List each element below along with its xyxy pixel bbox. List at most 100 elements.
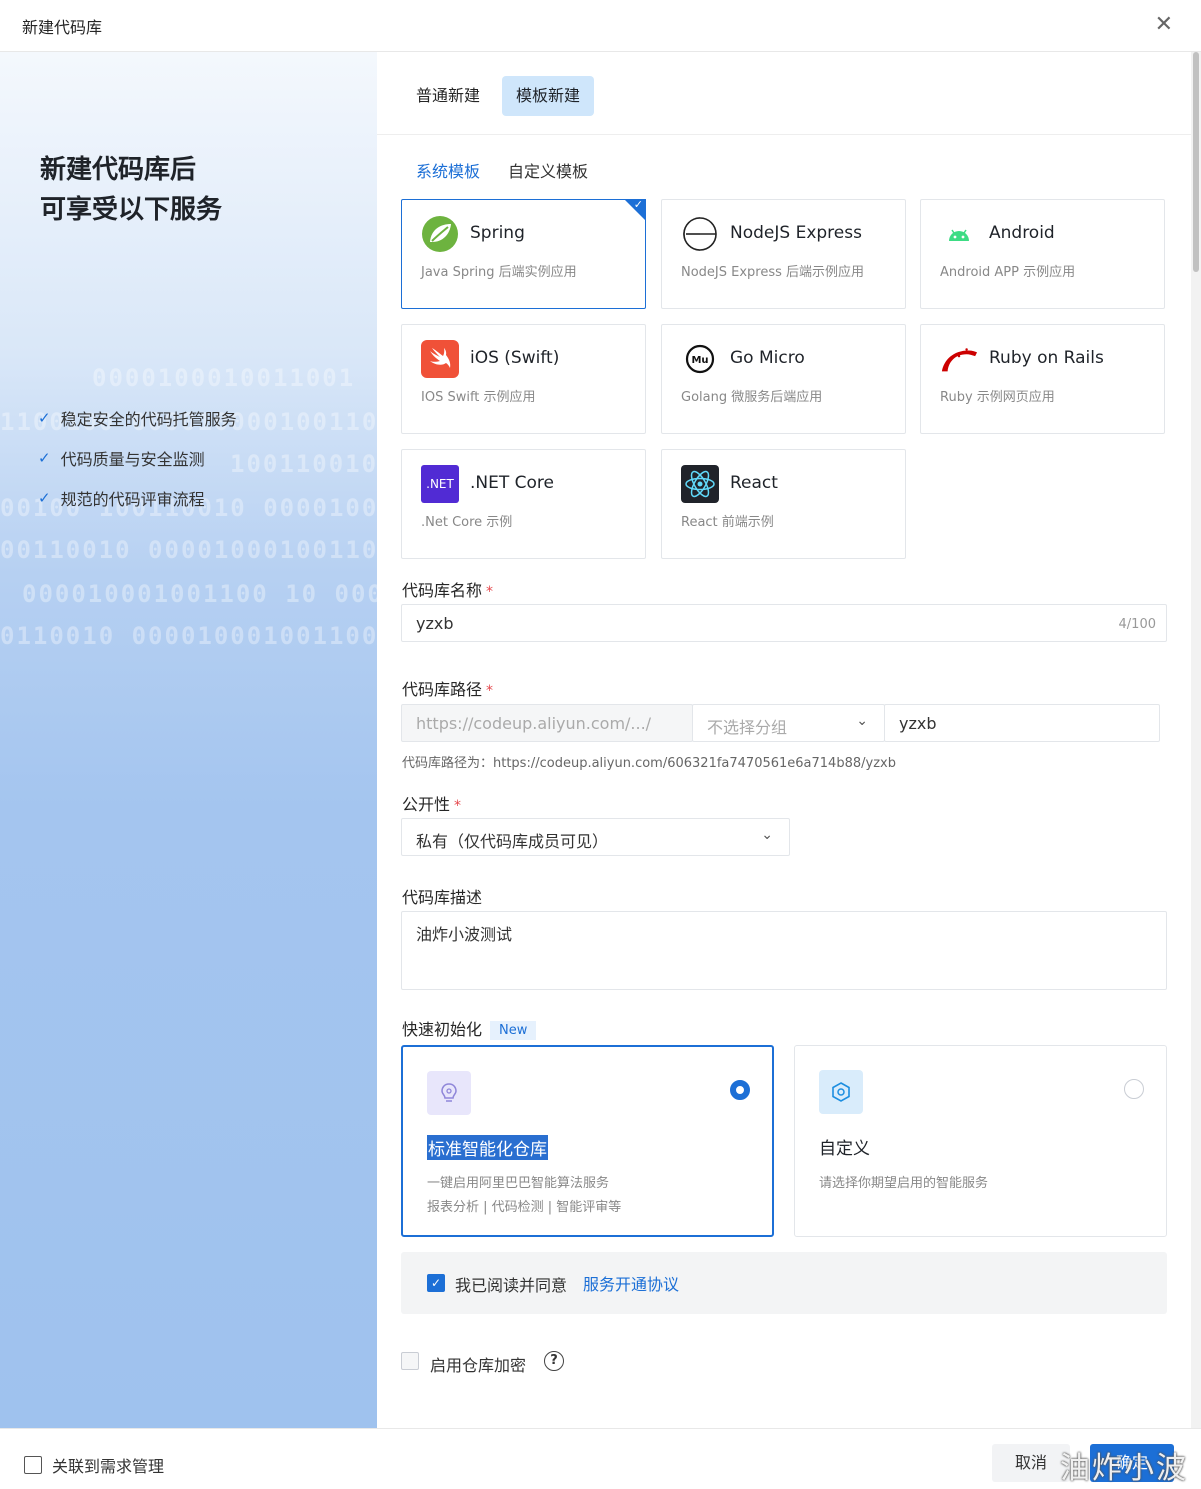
link-requirement-button[interactable]: 关联到需求管理	[24, 1453, 164, 1477]
check-icon: ✓	[38, 489, 51, 507]
template-name: NodeJS Express	[730, 223, 862, 243]
init-option-standard[interactable]: 标准智能化仓库 一键启用阿里巴巴智能算法服务 报表分析 | 代码检测 | 智能评…	[401, 1045, 774, 1237]
repo-name-value: yzxb	[416, 614, 454, 633]
repo-path-hint: 代码库路径为：https://codeup.aliyun.com/606321f…	[402, 756, 896, 771]
required-mark: *	[486, 584, 494, 600]
help-icon[interactable]: ?	[544, 1351, 564, 1371]
svg-text:Mu: Mu	[691, 355, 708, 366]
binary-decoration: 000010001001100 10 000010	[22, 580, 377, 608]
close-icon[interactable]: ✕	[1155, 12, 1173, 37]
repo-name-input[interactable]: yzxb 4/100	[401, 604, 1167, 642]
template-source-tabs: 系统模板 自定义模板	[416, 158, 588, 182]
scrollbar-thumb[interactable]	[1193, 52, 1199, 272]
scrollbar[interactable]	[1191, 52, 1201, 1428]
template-card-dotnet-core[interactable]: .NET .NET Core .Net Core 示例	[401, 449, 646, 559]
template-card-go-micro[interactable]: Mu Go Micro Golang 微服务后端应用	[661, 324, 906, 434]
template-desc: React 前端示例	[681, 515, 774, 530]
tab-template-create[interactable]: 模板新建	[502, 76, 595, 116]
go-micro-icon: Mu	[681, 340, 719, 378]
description-textarea[interactable]: 油炸小波测试	[401, 911, 1167, 990]
lightbulb-icon	[427, 1071, 471, 1115]
template-desc: Java Spring 后端实例应用	[421, 265, 577, 280]
swift-icon	[421, 340, 459, 378]
group-select[interactable]: 不选择分组 ⌄	[692, 704, 885, 742]
react-icon	[681, 465, 719, 503]
description-value: 油炸小波测试	[416, 925, 513, 944]
feature-item: ✓ 稳定安全的代码托管服务	[38, 406, 237, 430]
tab-custom-templates[interactable]: 自定义模板	[508, 158, 588, 182]
visibility-label: 公开性 *	[402, 791, 461, 815]
chevron-down-icon: ⌄	[856, 713, 868, 729]
repo-path-input[interactable]: yzxb	[884, 704, 1160, 742]
binary-decoration: 100110010	[230, 450, 377, 478]
repo-name-label-text: 代码库名称	[402, 581, 483, 600]
radio-standard[interactable]	[730, 1080, 750, 1100]
cancel-button[interactable]: 取消	[992, 1444, 1070, 1482]
radio-custom[interactable]	[1124, 1079, 1144, 1099]
dialog-footer: 关联到需求管理 取消 确定	[0, 1428, 1201, 1489]
init-option-title: 标准智能化仓库	[427, 1135, 548, 1160]
template-desc: NodeJS Express 后端示例应用	[681, 265, 865, 280]
template-desc: .Net Core 示例	[421, 515, 513, 530]
description-label: 代码库描述	[402, 888, 483, 907]
template-name: React	[730, 473, 778, 493]
init-option-title: 自定义	[819, 1139, 870, 1159]
promo-panel: 新建代码库后 可享受以下服务 0000100010011001 1100100 …	[0, 52, 377, 1428]
create-mode-tabs: 普通新建 模板新建	[402, 76, 595, 116]
feature-label: 稳定安全的代码托管服务	[60, 410, 237, 429]
chevron-down-icon: ⌄	[761, 827, 773, 843]
template-card-android[interactable]: Android Android APP 示例应用	[920, 199, 1165, 309]
express-icon	[681, 215, 719, 253]
template-card-react[interactable]: React React 前端示例	[661, 449, 906, 559]
dialog-titlebar: 新建代码库 ✕	[0, 0, 1201, 52]
template-name: iOS (Swift)	[470, 348, 560, 368]
template-card-nodejs-express[interactable]: NodeJS Express NodeJS Express 后端示例应用	[661, 199, 906, 309]
quick-init-label: 快速初始化 New	[402, 1016, 537, 1040]
repo-path-prefix-text: https://codeup.aliyun.com/.../	[416, 714, 652, 733]
quick-init-label-text: 快速初始化	[402, 1020, 483, 1039]
template-name: Go Micro	[730, 348, 805, 368]
feature-item: ✓ 代码质量与安全监测	[38, 446, 205, 470]
template-name: Spring	[470, 223, 525, 243]
template-card-spring[interactable]: ✓ Spring Java Spring 后端实例应用	[401, 198, 646, 309]
init-option-custom[interactable]: 自定义 请选择你期望启用的智能服务	[794, 1045, 1167, 1237]
template-name: .NET Core	[470, 473, 554, 493]
repo-path-label-text: 代码库路径	[402, 680, 483, 699]
repo-name-label: 代码库名称 *	[402, 577, 493, 601]
check-icon: ✓	[38, 449, 51, 467]
repo-path-label: 代码库路径 *	[402, 676, 493, 700]
binary-decoration: 00110010 000010001001100	[0, 536, 377, 564]
dialog-title: 新建代码库	[22, 18, 103, 37]
required-mark: *	[486, 683, 494, 699]
template-card-ios-swift[interactable]: iOS (Swift) IOS Swift 示例应用	[401, 324, 646, 434]
tab-system-templates[interactable]: 系统模板	[416, 158, 480, 182]
dotnet-icon: .NET	[421, 465, 459, 503]
check-icon: ✓	[38, 409, 51, 427]
encryption-checkbox[interactable]	[401, 1352, 419, 1370]
template-card-ruby-on-rails[interactable]: Ruby on Rails Ruby 示例网页应用	[920, 324, 1165, 434]
agreement-text: 我已阅读并同意	[455, 1276, 568, 1295]
binary-decoration: 0110010 000010001001100	[0, 622, 377, 650]
template-desc: Android APP 示例应用	[940, 265, 1076, 280]
tab-normal-create[interactable]: 普通新建	[402, 76, 494, 116]
template-name: Ruby on Rails	[989, 348, 1104, 368]
agreement-checkbox[interactable]: ✓	[427, 1274, 445, 1292]
android-icon	[940, 215, 978, 253]
service-agreement-link[interactable]: 服务开通协议	[583, 1271, 679, 1295]
template-desc: Ruby 示例网页应用	[940, 390, 1055, 405]
template-desc: Golang 微服务后端应用	[681, 390, 823, 405]
feature-label: 规范的代码评审流程	[60, 490, 205, 509]
visibility-select[interactable]: 私有（仅代码库成员可见） ⌄	[401, 818, 790, 856]
template-name: Android	[989, 223, 1055, 243]
init-option-desc: 一键启用阿里巴巴智能算法服务	[427, 1176, 610, 1191]
check-icon: ✓	[633, 198, 643, 211]
visibility-value: 私有（仅代码库成员可见）	[416, 832, 609, 851]
required-mark: *	[454, 798, 462, 814]
group-select-placeholder: 不选择分组	[707, 718, 788, 737]
init-option-features: 报表分析 | 代码检测 | 智能评审等	[427, 1200, 622, 1215]
divider	[377, 134, 1191, 135]
repo-path-value: yzxb	[899, 714, 937, 733]
new-badge: New	[490, 1021, 537, 1040]
spring-icon	[421, 215, 459, 253]
binary-decoration: 0000100010011001	[92, 364, 356, 392]
